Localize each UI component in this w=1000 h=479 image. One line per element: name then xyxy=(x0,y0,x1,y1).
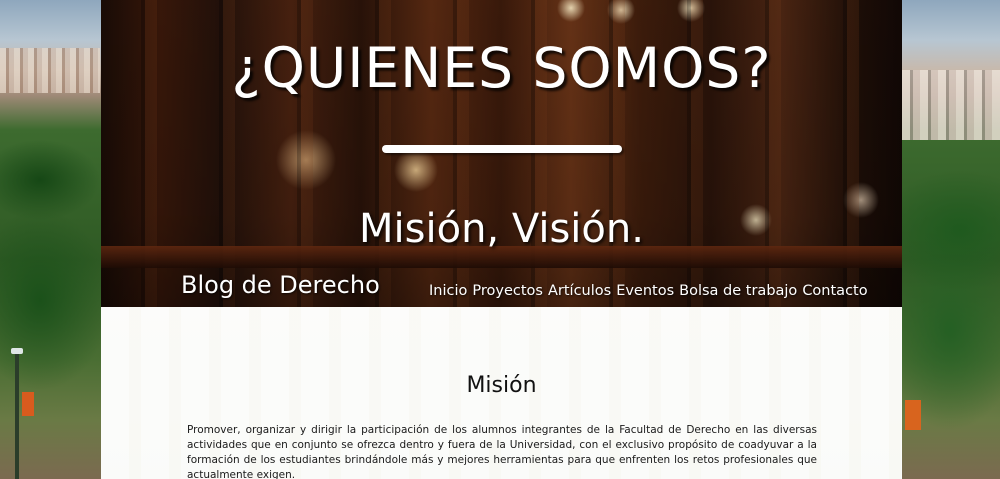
banner-right xyxy=(905,400,921,430)
hero-banner: ¿QUIENES SOMOS? Misión, Visión. Blog de … xyxy=(101,0,902,307)
page-title: ¿QUIENES SOMOS? xyxy=(231,36,772,100)
section-title: Misión xyxy=(466,373,537,398)
mission-section: Misión Promover, organizar y dirigir la … xyxy=(101,307,902,479)
nav-item-articulos[interactable]: Artículos xyxy=(548,283,611,299)
nav-item-contacto[interactable]: Contacto xyxy=(802,283,867,299)
main-nav: Inicio Proyectos Artículos Eventos Bolsa… xyxy=(429,283,868,299)
city-skyline-left xyxy=(0,48,100,93)
section-text: Promover, organizar y dirigir la partici… xyxy=(187,424,817,479)
title-divider xyxy=(382,145,622,153)
city-skyline-right xyxy=(902,70,1000,140)
banner-left xyxy=(22,392,34,416)
page-subtitle: Misión, Visión. xyxy=(359,206,644,252)
nav-item-proyectos[interactable]: Proyectos xyxy=(472,283,543,299)
brand-link[interactable]: Blog de Derecho xyxy=(181,271,380,299)
street-lamp xyxy=(11,348,23,479)
nav-item-inicio[interactable]: Inicio xyxy=(429,283,467,299)
nav-item-eventos[interactable]: Eventos xyxy=(616,283,674,299)
nav-item-bolsa-de-trabajo[interactable]: Bolsa de trabajo xyxy=(679,283,797,299)
